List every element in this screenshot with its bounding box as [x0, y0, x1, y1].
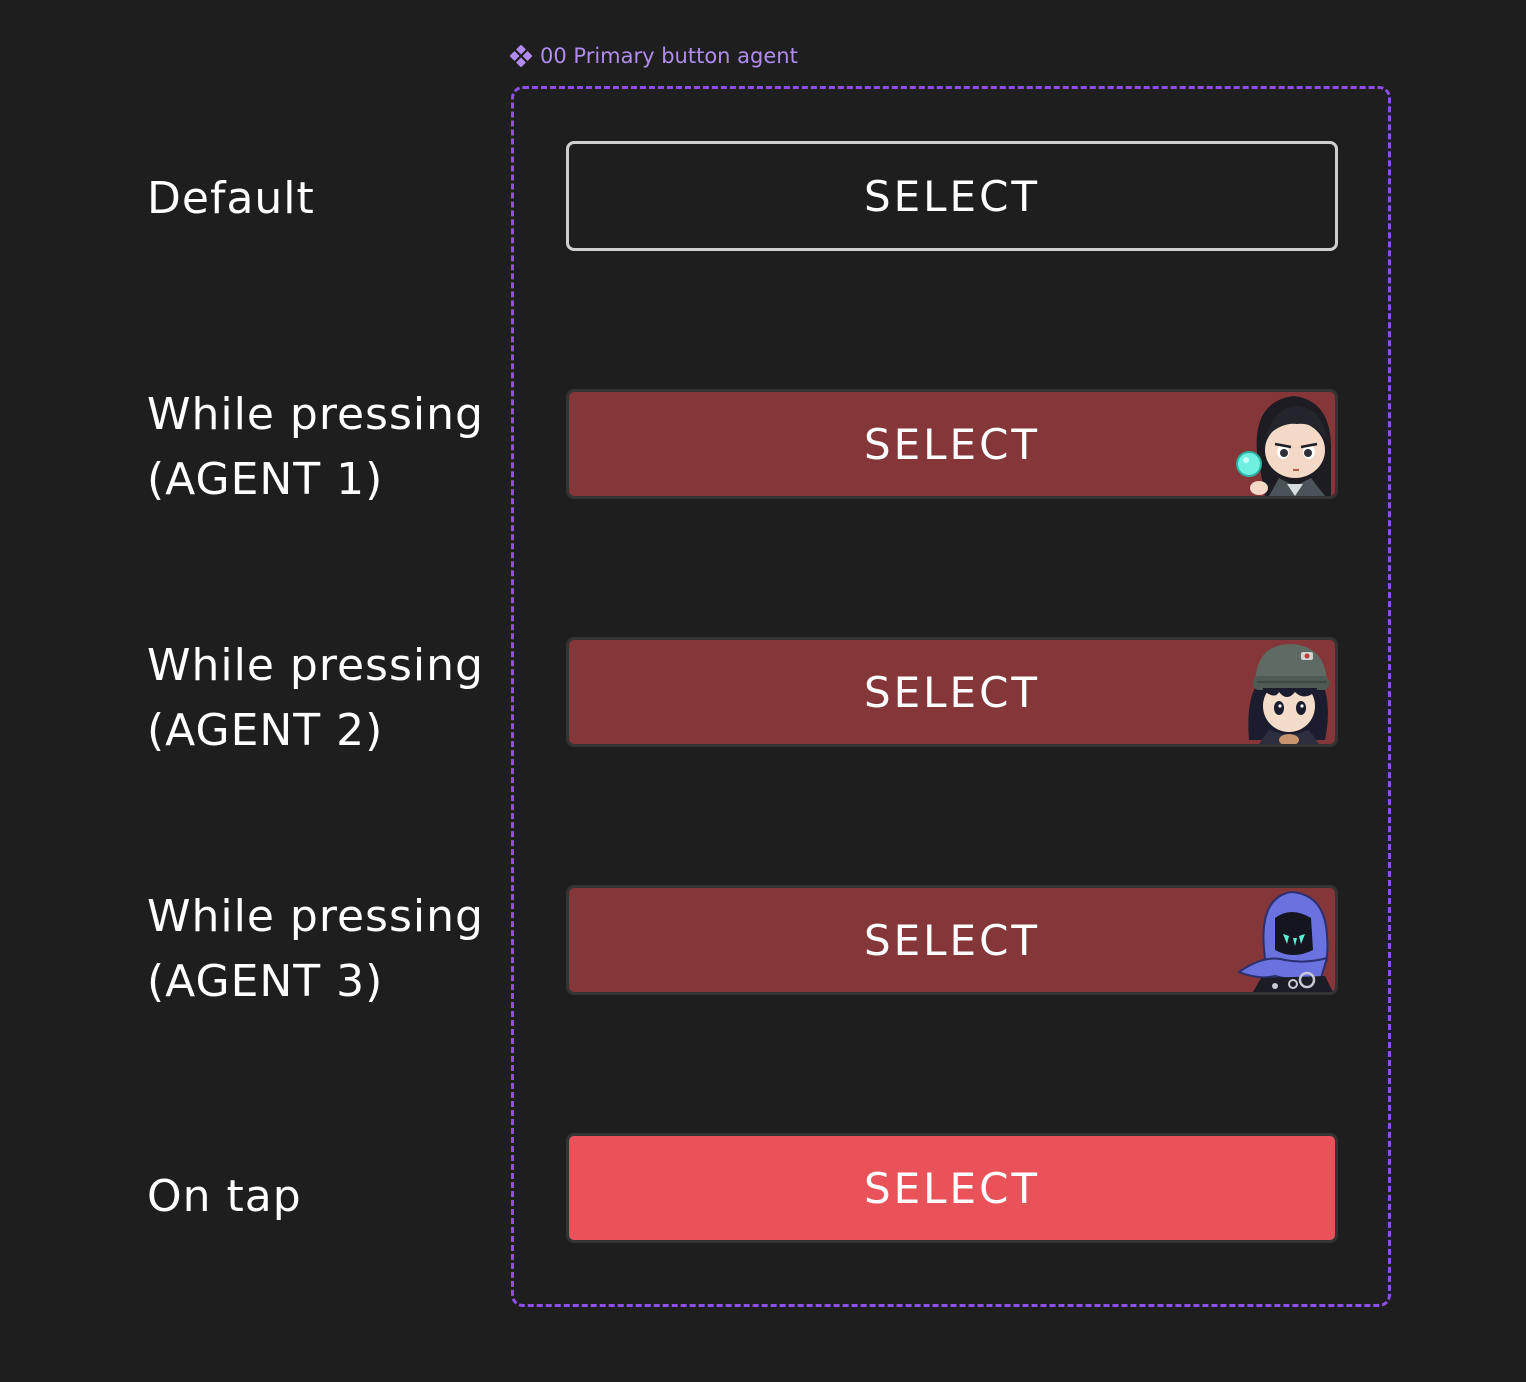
agent-1-avatar-icon	[1236, 396, 1331, 496]
agent-3-avatar-icon	[1236, 890, 1333, 992]
component-name-tag: 00 Primary button agent	[510, 44, 798, 68]
state-label-pressing-agent-2: While pressing (AGENT 2)	[147, 640, 484, 756]
state-label-pressing-agent-3: While pressing (AGENT 3)	[147, 891, 484, 1007]
select-button-pressing-agent-2[interactable]: SELECT	[566, 637, 1338, 747]
state-label-default: Default	[147, 173, 315, 224]
state-label-on-tap: On tap	[147, 1171, 302, 1222]
select-button-label: SELECT	[863, 915, 1041, 965]
component-diamond-icon	[510, 45, 532, 67]
select-button-label: SELECT	[863, 667, 1041, 717]
select-button-default[interactable]: SELECT	[566, 141, 1338, 251]
select-button-label: SELECT	[863, 171, 1041, 221]
component-name: 00 Primary button agent	[540, 44, 798, 68]
select-button-pressing-agent-1[interactable]: SELECT	[566, 389, 1338, 499]
state-label-pressing-agent-1: While pressing (AGENT 1)	[147, 389, 484, 505]
select-button-label: SELECT	[863, 419, 1041, 469]
select-button-on-tap[interactable]: SELECT	[566, 1133, 1338, 1243]
select-button-label: SELECT	[863, 1163, 1041, 1213]
select-button-pressing-agent-3[interactable]: SELECT	[566, 885, 1338, 995]
agent-2-avatar-icon	[1248, 644, 1329, 744]
